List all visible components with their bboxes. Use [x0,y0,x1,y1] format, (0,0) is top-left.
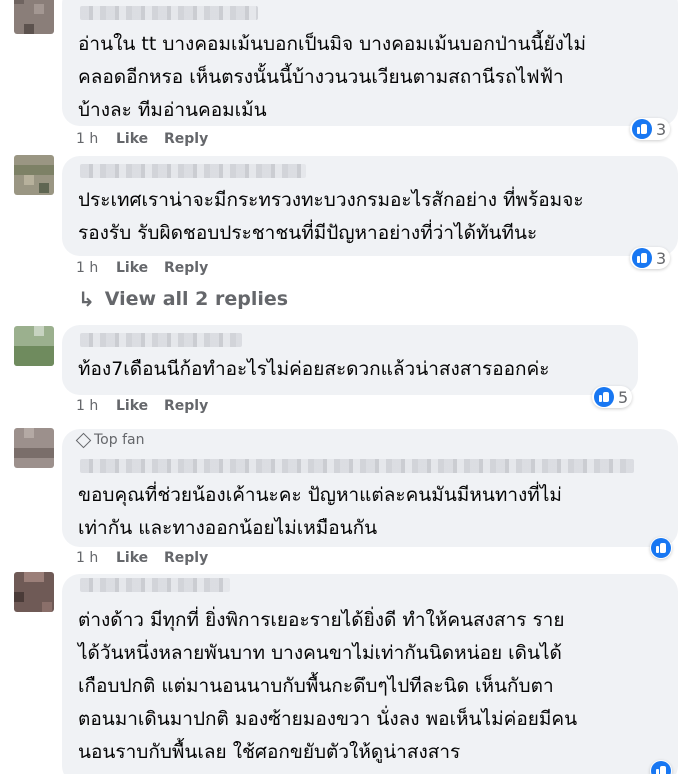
author-name[interactable] [80,6,258,20]
comment-text-line: รองรับ รับผิดชอบประชาชนที่มีปัญหาอย่างที… [78,222,538,244]
comment-text-line: ประเทศเราน่าจะมีกระทรวงทะบวงกรมอะไรสักอย… [78,189,584,211]
avatar[interactable] [14,326,54,366]
timestamp[interactable]: 1 h [76,398,116,414]
like-reaction-icon [651,761,671,774]
comment-text-line: ต่างด้าว มีทุกที่ ยิ่งพิการเยอะรายได้ยิ่… [78,609,565,631]
like-button[interactable]: Like [116,550,164,566]
like-reaction-icon [594,387,614,407]
reply-button[interactable]: Reply [164,260,208,276]
avatar[interactable] [14,0,54,34]
reaction-count[interactable] [650,537,672,559]
avatar[interactable] [14,155,54,195]
reaction-number: 3 [656,248,667,268]
comment-bubble: ท้อง7เดือนนีก้อทำอะไรไม่ค่อยสะดวกแล้วน่า… [62,325,638,395]
comment-actions: 1 h Like Reply [76,131,208,147]
timestamp[interactable]: 1 h [76,260,116,276]
comment-text-line: ท้อง7เดือนนีก้อทำอะไรไม่ค่อยสะดวกแล้วน่า… [78,358,550,380]
author-name[interactable] [80,164,306,178]
comment-text-line: ตอนมาเดินมาปกติ มองซ้ายมองขวา นั่งลง พอเ… [78,708,578,730]
author-name[interactable] [80,459,634,473]
like-reaction-icon [632,119,652,139]
comment-actions: 1 h Like Reply [76,260,208,276]
avatar[interactable] [14,572,54,612]
like-button[interactable]: Like [116,260,164,276]
reply-button[interactable]: Reply [164,131,208,147]
comment-text-line: อ่านใน tt บางคอมเม้นบอกเป็นมิจ บางคอมเม้… [78,33,587,55]
comment-text-line: นอนราบกับพื้นเลย ใช้ศอกขยับตัวให้ดูน่าสง… [78,741,461,763]
comment-text-line: ได้วันหนึ่งหลายพันบาท บางคนขาไม่เท่ากันน… [78,642,562,664]
comment-text-line: เท่ากัน และทางออกน้อยไม่เหมือนกัน [78,517,378,539]
badge-label: Top fan [94,432,145,448]
author-name[interactable] [80,578,230,592]
reply-button[interactable]: Reply [164,398,208,414]
comment-text-line: ขอบคุณที่ช่วยน้องเค้านะคะ ปัญหาแต่ละคนมั… [78,484,562,506]
avatar[interactable] [14,428,54,468]
like-button[interactable]: Like [116,131,164,147]
like-reaction-icon [651,538,671,558]
view-replies-link[interactable]: ↳ View all 2 replies [78,287,288,311]
reaction-number: 3 [656,119,667,139]
author-name[interactable] [80,333,242,347]
timestamp[interactable]: 1 h [76,131,116,147]
view-replies-label: View all 2 replies [104,288,289,310]
comment-actions: 1 h Like Reply [76,398,208,414]
comment-text-line: คลอดอีกหรอ เห็นตรงนั้นนี้บ้างวนวนเวียนตา… [78,66,564,88]
reaction-count[interactable]: 3 [630,118,671,140]
diamond-icon [75,432,92,448]
reply-button[interactable]: Reply [164,550,208,566]
like-button[interactable]: Like [116,398,164,414]
top-fan-badge: Top fan [75,432,145,448]
comment-bubble: Top fan ขอบคุณที่ช่วยน้องเค้านะคะ ปัญหาแ… [62,429,678,547]
like-reaction-icon [632,248,652,268]
comment-bubble: ประเทศเราน่าจะมีกระทรวงทะบวงกรมอะไรสักอย… [62,156,678,256]
comment-bubble: อ่านใน tt บางคอมเม้นบอกเป็นมิจ บางคอมเม้… [62,0,678,126]
reply-arrow-icon: ↳ [78,287,95,311]
timestamp[interactable]: 1 h [76,550,116,566]
reaction-count[interactable]: 3 [630,247,671,269]
comment-bubble: ต่างด้าว มีทุกที่ ยิ่งพิการเยอะรายได้ยิ่… [62,574,678,774]
comment-actions: 1 h Like Reply [76,550,208,566]
reaction-count[interactable]: 5 [592,386,633,408]
comment-text-line: เกือบปกติ แต่มานอนนาบกับพื้นกะดึบๆไปทีละ… [78,675,554,697]
reaction-number: 5 [618,387,629,407]
comment-text-line: บ้างละ ทีมอ่านคอมเม้น [78,99,267,121]
